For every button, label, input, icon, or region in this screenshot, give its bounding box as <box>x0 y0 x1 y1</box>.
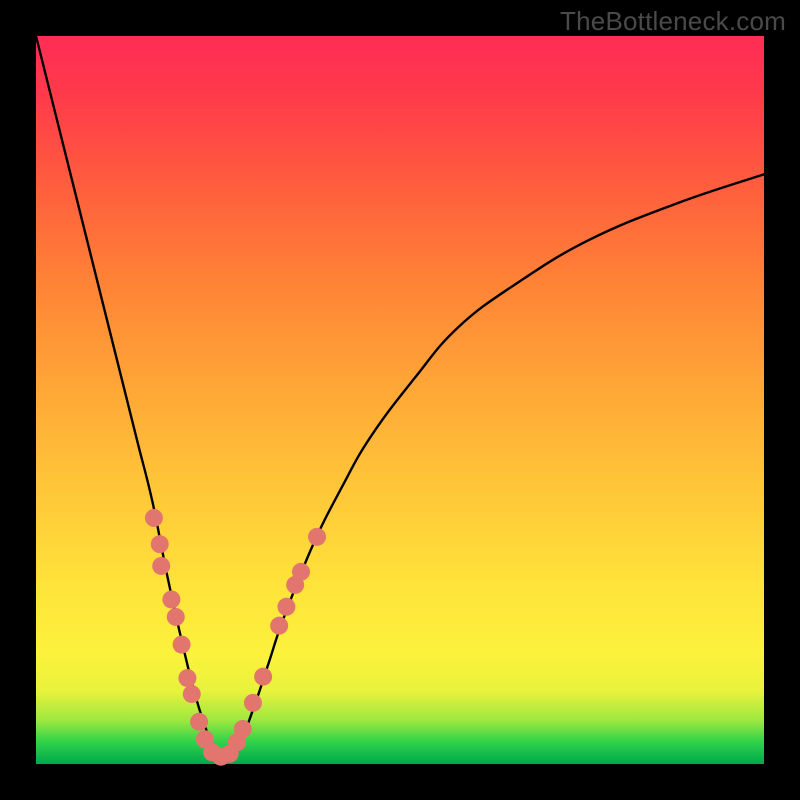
curve-marker <box>234 720 252 738</box>
curve-marker <box>190 713 208 731</box>
bottleneck-curve <box>36 36 764 759</box>
chart-frame: TheBottleneck.com <box>0 0 800 800</box>
curve-marker <box>178 669 196 687</box>
curve-marker <box>145 509 163 527</box>
curve-marker <box>151 535 169 553</box>
curve-markers <box>145 509 326 766</box>
curve-marker <box>270 617 288 635</box>
watermark-text: TheBottleneck.com <box>560 6 786 37</box>
curve-marker <box>173 636 191 654</box>
curve-marker <box>244 694 262 712</box>
plot-area <box>36 36 764 764</box>
curve-layer <box>36 36 764 764</box>
curve-marker <box>277 598 295 616</box>
curve-marker <box>183 685 201 703</box>
curve-marker <box>254 668 272 686</box>
curve-marker <box>167 608 185 626</box>
curve-marker <box>162 590 180 608</box>
curve-marker <box>292 563 310 581</box>
curve-marker <box>308 528 326 546</box>
curve-marker <box>152 557 170 575</box>
